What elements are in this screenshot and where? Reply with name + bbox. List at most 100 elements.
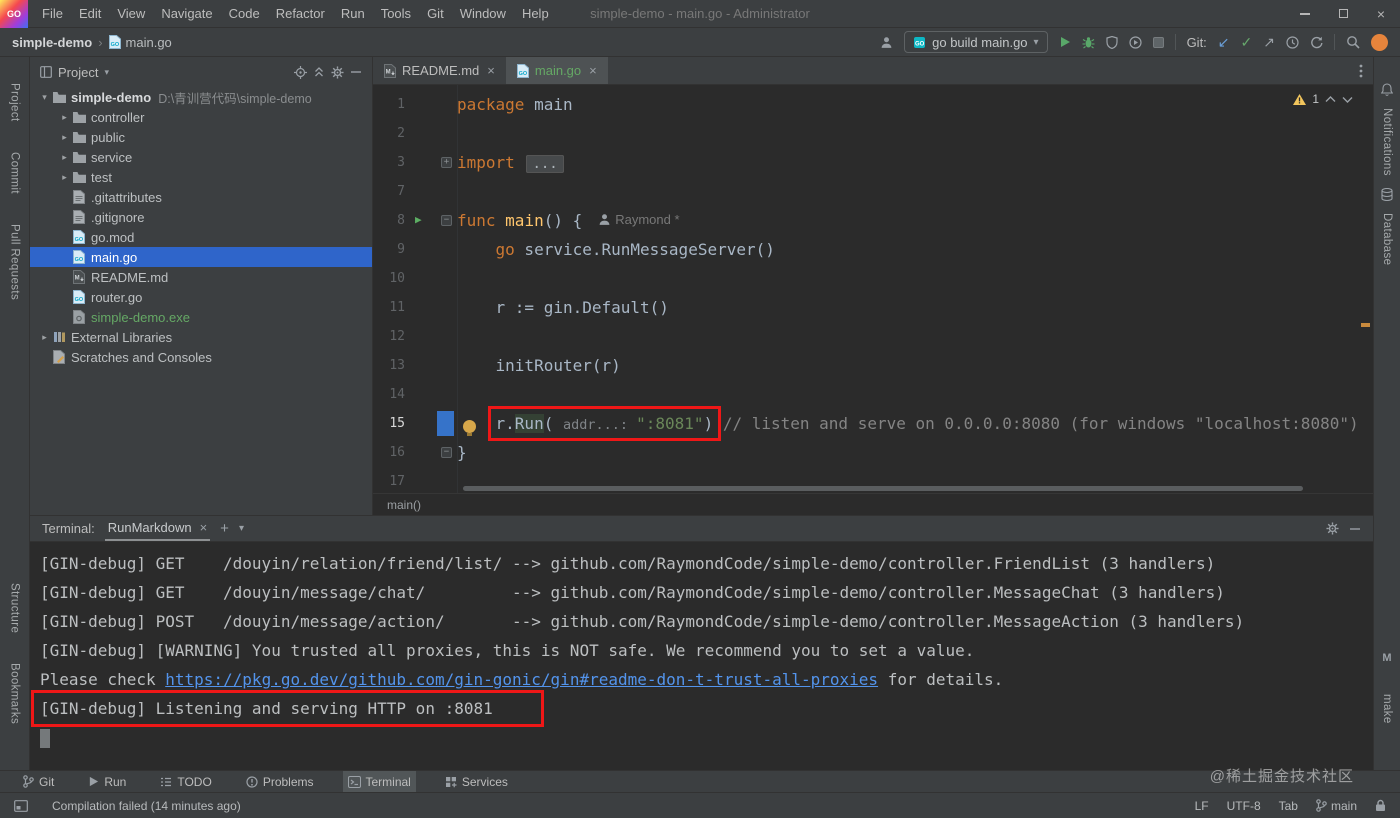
goland-logo-icon[interactable]: GO	[0, 0, 28, 28]
prev-issue-icon[interactable]	[1325, 95, 1336, 103]
tab-readme-md[interactable]: M README.md ×	[373, 57, 506, 84]
breadcrumb-function[interactable]: main()	[387, 498, 421, 512]
tree-item-simple-demo[interactable]: ▾ simple-demo D:\青训营代码\simple-demo	[30, 87, 372, 107]
tool-window-button-todo[interactable]: TODO	[155, 771, 216, 792]
tree-collapsed-icon[interactable]: ▸	[58, 132, 71, 143]
menu-git[interactable]: Git	[419, 0, 452, 28]
code-line-13[interactable]: 13 initRouter(r)	[373, 351, 1373, 380]
tab-main-go[interactable]: GO main.go ×	[505, 57, 608, 84]
code-line-16[interactable]: 16 −}	[373, 438, 1373, 467]
profiler-button[interactable]	[1128, 35, 1142, 49]
project-panel-title[interactable]: Project	[58, 65, 98, 80]
tree-item-gitattributes[interactable]: .gitattributes	[30, 187, 372, 207]
fold-marker-icon[interactable]: +	[441, 157, 452, 168]
code-line-7[interactable]: 7	[373, 177, 1373, 206]
stripe-commit[interactable]: Commit	[9, 152, 21, 194]
new-session-button[interactable]: +	[220, 520, 229, 537]
code-line-15[interactable]: 15 r.Run( addr...: ":8081") // listen an…	[373, 406, 1373, 441]
menu-refactor[interactable]: Refactor	[268, 0, 333, 28]
code-line-9[interactable]: 9 go service.RunMessageServer()	[373, 235, 1373, 264]
tool-window-button-services[interactable]: Services	[440, 771, 513, 792]
terminal-link[interactable]: https://pkg.go.dev/github.com/gin-gonic/…	[165, 670, 878, 689]
tool-window-button-git[interactable]: Git	[18, 771, 59, 792]
menu-tools[interactable]: Tools	[373, 0, 419, 28]
tree-collapsed-icon[interactable]: ▸	[58, 172, 71, 183]
menu-edit[interactable]: Edit	[71, 0, 109, 28]
stripe-structure[interactable]: Structure	[9, 583, 21, 633]
tool-window-button-terminal[interactable]: Terminal	[342, 771, 416, 792]
menu-window[interactable]: Window	[452, 0, 514, 28]
close-icon[interactable]: ×	[487, 63, 495, 78]
terminal-output[interactable]: [GIN-debug] GET /douyin/relation/friend/…	[30, 542, 1373, 770]
fold-marker-icon[interactable]: −	[441, 215, 452, 226]
tree-expanded-icon[interactable]: ▾	[38, 92, 51, 103]
coverage-button[interactable]	[1105, 35, 1118, 49]
code-line-3[interactable]: 3 + import ...	[373, 148, 1373, 177]
menu-code[interactable]: Code	[221, 0, 268, 28]
tree-item-service[interactable]: ▸ service	[30, 147, 372, 167]
code-line-1[interactable]: 1 package main	[373, 90, 1373, 119]
user-icon[interactable]	[880, 36, 893, 49]
stripe-pull-requests[interactable]: Pull Requests	[9, 224, 21, 300]
terminal-cursor[interactable]	[40, 729, 50, 748]
tree-item-scratches-and-consoles[interactable]: Scratches and Consoles	[30, 347, 372, 367]
intention-bulb-icon[interactable]	[463, 420, 476, 436]
error-stripe-mark[interactable]	[1361, 323, 1370, 327]
history-icon[interactable]	[1286, 35, 1299, 49]
stripe-notifications[interactable]: Notifications	[1381, 108, 1393, 176]
git-branch-indicator[interactable]: main	[1316, 799, 1357, 813]
tree-collapsed-icon[interactable]: ▸	[58, 112, 71, 123]
indent-indicator[interactable]: Tab	[1279, 799, 1298, 813]
tool-window-button-problems[interactable]: Problems	[241, 771, 319, 792]
next-issue-icon[interactable]	[1342, 96, 1353, 103]
tree-item-simple-demo-exe[interactable]: simple-demo.exe	[30, 307, 372, 327]
chevron-down-icon[interactable]: ▾	[239, 523, 244, 534]
tree-item-external-libraries[interactable]: ▸ External Libraries	[30, 327, 372, 347]
hide-terminal-button[interactable]	[1349, 523, 1361, 535]
hide-panel-button[interactable]	[350, 66, 362, 78]
terminal-tab[interactable]: RunMarkdown ×	[104, 516, 211, 541]
commit-button[interactable]: ✓	[1241, 35, 1253, 49]
run-line-icon[interactable]: ▶	[415, 214, 422, 225]
breadcrumb-file[interactable]: GO main.go	[108, 35, 172, 50]
settings-gear-icon[interactable]	[331, 65, 344, 79]
line-ending-indicator[interactable]: LF	[1195, 799, 1209, 813]
debug-button[interactable]	[1082, 36, 1095, 49]
tree-item-gitignore[interactable]: .gitignore	[30, 207, 372, 227]
menu-view[interactable]: View	[109, 0, 153, 28]
code-editor[interactable]: 1 package main 2 3 + import ... 7 8 ▶ − func main(…	[373, 85, 1373, 493]
fold-marker-icon[interactable]: −	[441, 447, 452, 458]
tool-window-switcher-icon[interactable]	[14, 799, 28, 812]
code-line-8[interactable]: 8 ▶ − func main() {Raymond *	[373, 206, 1373, 235]
tool-window-button-run[interactable]: Run	[83, 771, 131, 792]
run-button[interactable]	[1059, 36, 1071, 48]
minimize-button[interactable]	[1286, 0, 1324, 27]
update-project-button[interactable]: ↙	[1218, 35, 1230, 49]
menu-help[interactable]: Help	[514, 0, 557, 28]
chevron-down-icon[interactable]: ▾	[104, 67, 109, 78]
stripe-bookmarks[interactable]: Bookmarks	[9, 663, 21, 724]
code-line-2[interactable]: 2	[373, 119, 1373, 148]
tree-collapsed-icon[interactable]: ▸	[38, 332, 51, 343]
close-button[interactable]: ×	[1362, 0, 1400, 27]
tree-item-main-go[interactable]: GO main.go	[30, 247, 372, 267]
notifications-icon[interactable]	[1381, 83, 1393, 96]
code-line-12[interactable]: 12	[373, 322, 1373, 351]
menu-file[interactable]: File	[34, 0, 71, 28]
code-line-10[interactable]: 10	[373, 264, 1373, 293]
stripe-project[interactable]: Project	[9, 83, 21, 122]
stripe-make[interactable]: make	[1381, 694, 1393, 724]
database-icon[interactable]	[1381, 187, 1393, 201]
tree-item-test[interactable]: ▸ test	[30, 167, 372, 187]
stripe-database[interactable]: Database	[1381, 213, 1393, 265]
encoding-indicator[interactable]: UTF-8	[1227, 799, 1261, 813]
status-message[interactable]: Compilation failed (14 minutes ago)	[52, 799, 241, 813]
breadcrumb-project[interactable]: simple-demo	[12, 35, 92, 50]
close-icon[interactable]: ×	[200, 520, 208, 535]
close-icon[interactable]: ×	[589, 63, 597, 78]
inspections-widget[interactable]: 1	[1293, 92, 1353, 106]
tree-item-public[interactable]: ▸ public	[30, 127, 372, 147]
avatar[interactable]	[1371, 33, 1388, 51]
maximize-button[interactable]	[1324, 0, 1362, 27]
tree-item-readme-md[interactable]: M README.md	[30, 267, 372, 287]
